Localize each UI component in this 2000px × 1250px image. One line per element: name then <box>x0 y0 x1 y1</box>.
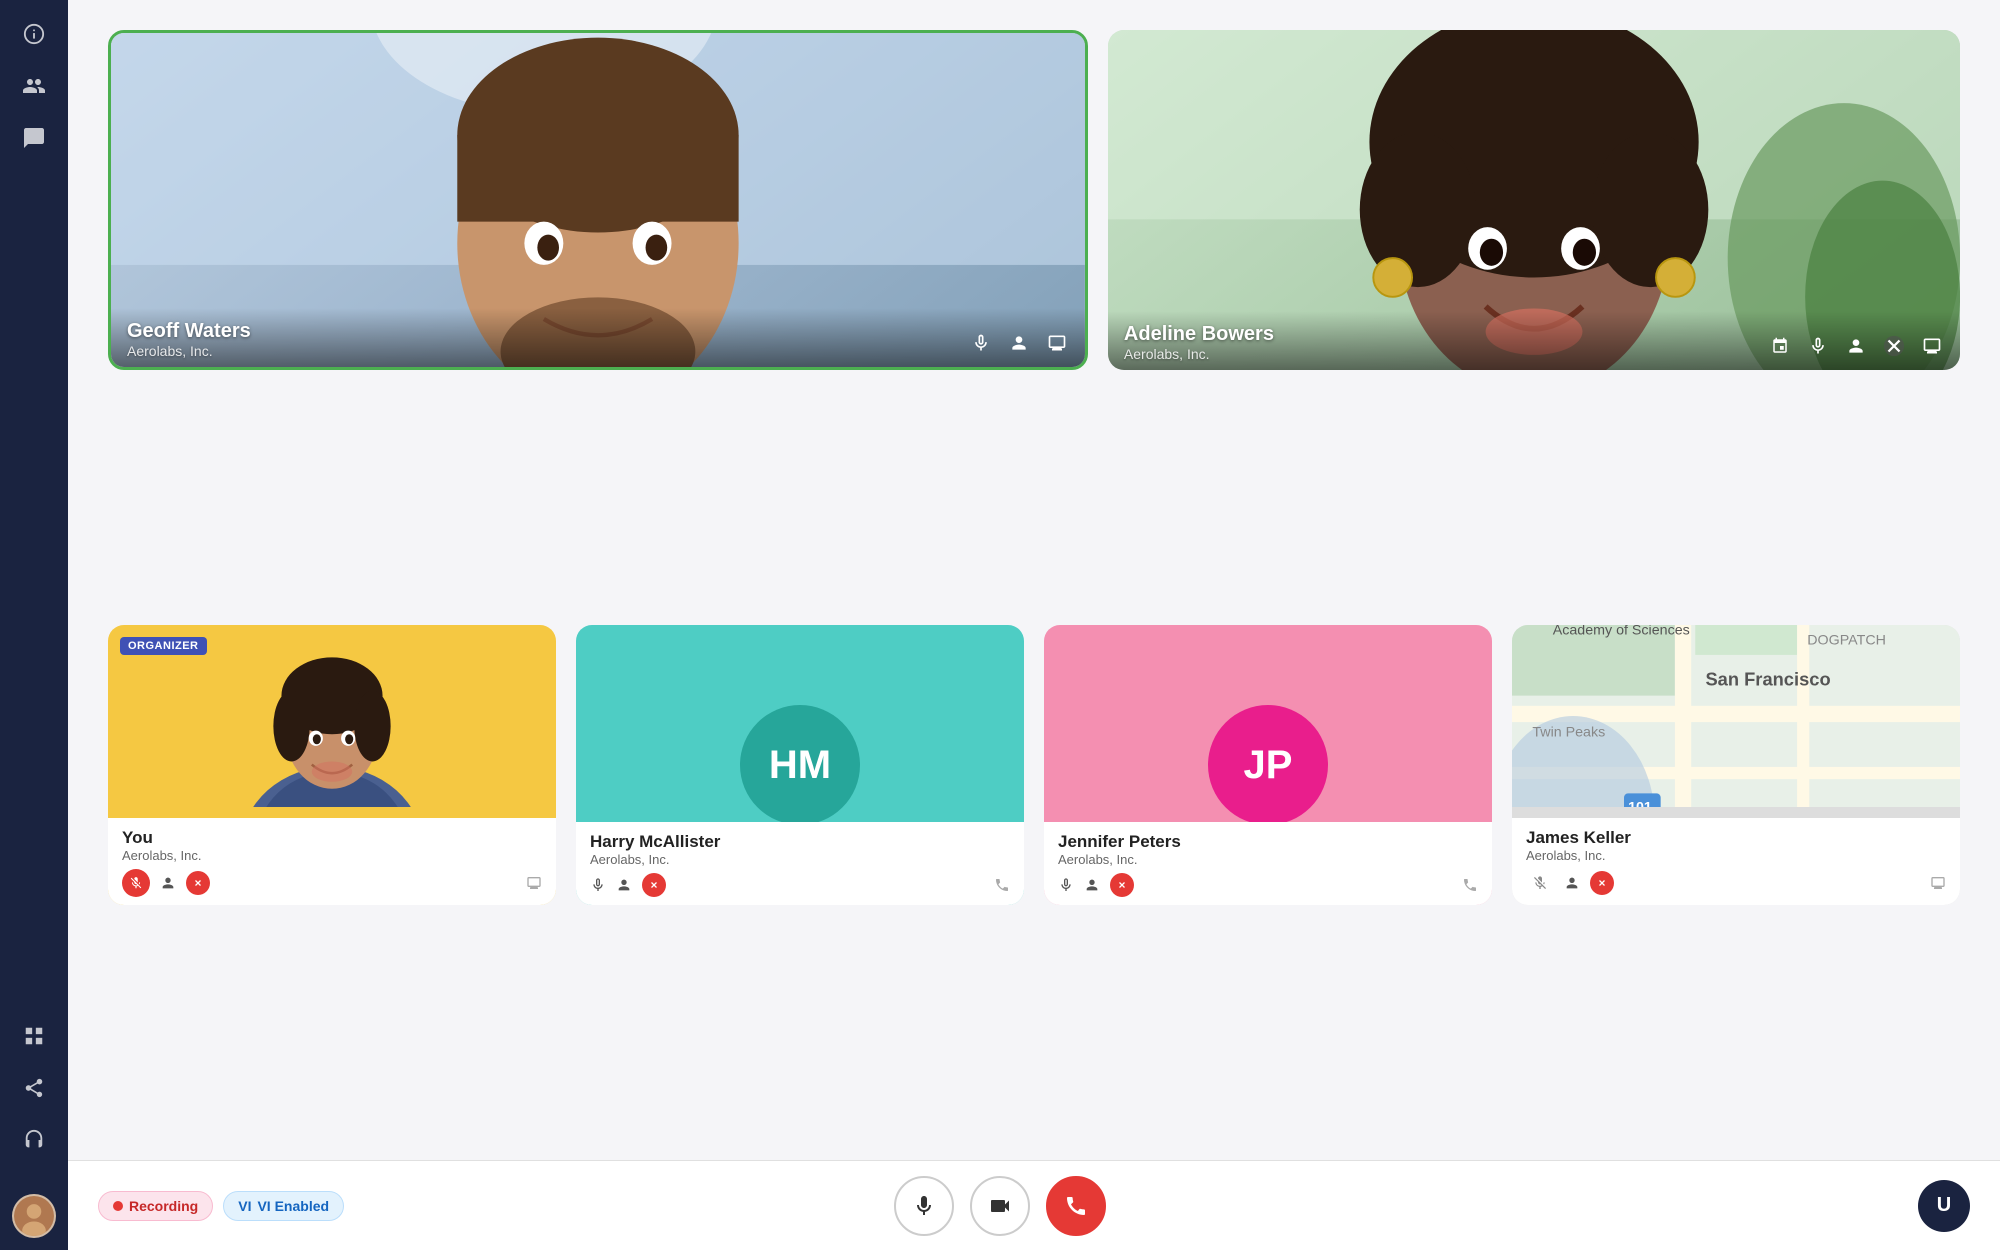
you-controls <box>122 869 542 897</box>
end-call-button[interactable] <box>1046 1176 1106 1236</box>
tile-harry: HM Harry McAllister Aerolabs, Inc. <box>576 625 1024 905</box>
headset-icon[interactable] <box>12 1118 56 1162</box>
james-person-icon[interactable] <box>1564 875 1580 891</box>
chat-icon[interactable] <box>12 116 56 160</box>
bottom-row: ORGANIZER <box>108 625 1960 1140</box>
sidebar-user-avatar[interactable] <box>12 1194 56 1238</box>
adeline-close-icon[interactable] <box>1880 332 1908 360</box>
tile-you: ORGANIZER <box>108 625 556 905</box>
svg-text:Twin Peaks: Twin Peaks <box>1532 724 1605 740</box>
share-icon[interactable] <box>12 1066 56 1110</box>
vi-prefix: VI <box>238 1198 251 1214</box>
people-icon[interactable] <box>12 64 56 108</box>
geoff-monitor-icon[interactable] <box>1043 329 1071 357</box>
harry-controls <box>590 873 1010 897</box>
james-mic-muted-icon[interactable] <box>1526 869 1554 897</box>
mic-button[interactable] <box>894 1176 954 1236</box>
geoff-name: Geoff Waters <box>127 320 1069 343</box>
jennifer-close-icon[interactable] <box>1110 873 1134 897</box>
jennifer-footer: Jennifer Peters Aerolabs, Inc. <box>1044 822 1492 905</box>
svg-text:Academy of Sciences: Academy of Sciences <box>1553 625 1690 639</box>
video-tile-adeline: Adeline Bowers Aerolabs, Inc. <box>1108 30 1960 370</box>
jennifer-phone-icon[interactable] <box>1462 877 1478 893</box>
adeline-pin-icon[interactable] <box>1766 332 1794 360</box>
harry-close-icon[interactable] <box>642 873 666 897</box>
geoff-controls <box>967 329 1071 357</box>
harry-name: Harry McAllister <box>590 832 1010 852</box>
adeline-person-icon[interactable] <box>1842 332 1870 360</box>
video-tile-geoff: Geoff Waters Aerolabs, Inc. <box>108 30 1088 370</box>
sidebar <box>0 0 68 1250</box>
info-icon[interactable] <box>12 12 56 56</box>
adeline-mic-icon[interactable] <box>1804 332 1832 360</box>
james-close-icon[interactable] <box>1590 871 1614 895</box>
geoff-person-icon[interactable] <box>1005 329 1033 357</box>
vi-label: VI Enabled <box>257 1198 329 1214</box>
jennifer-initials: JP <box>1208 705 1328 825</box>
recording-dot <box>113 1201 123 1211</box>
recording-badge[interactable]: Recording <box>98 1191 213 1221</box>
bottom-left-badges: Recording VI VI Enabled <box>98 1191 344 1221</box>
jennifer-person-icon[interactable] <box>1084 877 1100 893</box>
recording-label: Recording <box>129 1198 198 1214</box>
jennifer-name: Jennifer Peters <box>1058 832 1478 852</box>
tile-james: San Francisco Twin Peaks DOGPATCH Academ… <box>1512 625 1960 905</box>
harry-mic-icon[interactable] <box>590 877 606 893</box>
bottom-bar: Recording VI VI Enabled <box>68 1160 2000 1250</box>
tile-jennifer: JP Jennifer Peters Aerolabs, Inc. <box>1044 625 1492 905</box>
harry-company: Aerolabs, Inc. <box>590 852 1010 867</box>
user-avatar-button[interactable]: U <box>1918 1180 1970 1232</box>
you-mic-muted-icon[interactable] <box>122 869 150 897</box>
video-grid: Geoff Waters Aerolabs, Inc. <box>68 0 2000 1160</box>
james-monitor-icon[interactable] <box>1930 875 1946 891</box>
harry-footer: Harry McAllister Aerolabs, Inc. <box>576 822 1024 905</box>
svg-text:San Francisco: San Francisco <box>1705 668 1830 689</box>
you-close-icon[interactable] <box>186 871 210 895</box>
harry-person-icon[interactable] <box>616 877 632 893</box>
harry-phone-icon[interactable] <box>994 877 1010 893</box>
jennifer-mic-icon[interactable] <box>1058 877 1074 893</box>
james-controls <box>1526 869 1946 897</box>
bottom-center-controls <box>894 1176 1106 1236</box>
svg-text:DOGPATCH: DOGPATCH <box>1807 633 1886 649</box>
grid-icon[interactable] <box>12 1014 56 1058</box>
james-footer: James Keller Aerolabs, Inc. <box>1512 818 1960 905</box>
adeline-controls <box>1766 332 1946 360</box>
geoff-overlay: Geoff Waters Aerolabs, Inc. <box>111 308 1085 367</box>
camera-button[interactable] <box>970 1176 1030 1236</box>
geoff-mic-icon[interactable] <box>967 329 995 357</box>
jennifer-company: Aerolabs, Inc. <box>1058 852 1478 867</box>
you-footer: You Aerolabs, Inc. <box>108 818 556 905</box>
you-monitor-icon[interactable] <box>526 875 542 891</box>
you-person-icon[interactable] <box>160 875 176 891</box>
harry-initials: HM <box>740 705 860 825</box>
main-content: Geoff Waters Aerolabs, Inc. <box>68 0 2000 1250</box>
james-name: James Keller <box>1526 828 1946 848</box>
you-company: Aerolabs, Inc. <box>122 848 542 863</box>
svg-text:101: 101 <box>1628 800 1652 807</box>
user-initials: U <box>1937 1194 1951 1217</box>
you-name: You <box>122 828 542 848</box>
organizer-badge: ORGANIZER <box>120 637 207 655</box>
vi-badge[interactable]: VI VI Enabled <box>223 1191 344 1221</box>
jennifer-controls <box>1058 873 1478 897</box>
bottom-right-user: U <box>1918 1180 1970 1232</box>
adeline-monitor-icon[interactable] <box>1918 332 1946 360</box>
james-company: Aerolabs, Inc. <box>1526 848 1946 863</box>
geoff-company: Aerolabs, Inc. <box>127 343 1069 359</box>
top-row: Geoff Waters Aerolabs, Inc. <box>108 30 1960 605</box>
